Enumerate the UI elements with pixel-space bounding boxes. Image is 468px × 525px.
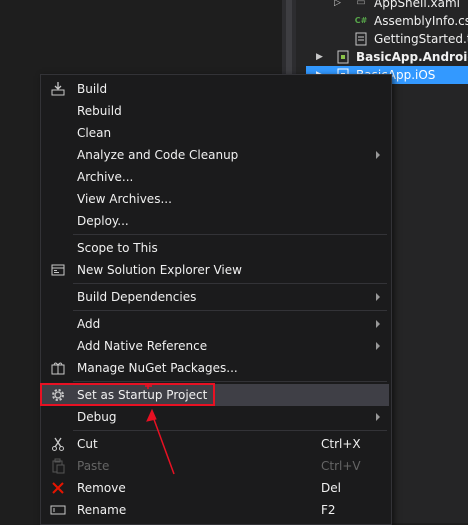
annotation-arrow	[145, 383, 175, 475]
